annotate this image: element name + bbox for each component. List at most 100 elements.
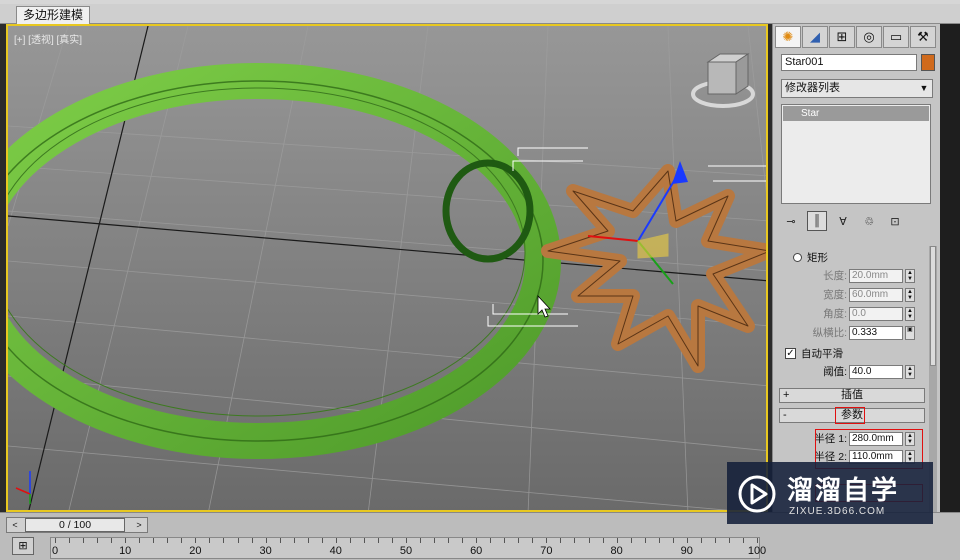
modifier-list-label: 修改器列表 [785,82,840,94]
ruler-label-70: 70 [540,545,553,557]
watermark-subtitle: ZIXUE.3D66.COM [789,506,886,517]
ruler-tick [742,538,744,543]
command-panel: ✺ ◢ ⊞ ◎ ▭ ⚒ Star001 修改器列表 ▼ Star ⊸ ║ ∀ ♲… [772,24,940,512]
ruler-tick [97,538,99,543]
time-slider[interactable]: < 0 / 100 > [6,517,148,533]
ruler-tick [700,538,702,543]
pin-stack-icon[interactable]: ⊸ [781,211,801,231]
ruler-label-40: 40 [329,545,342,557]
modifier-stack: Star [781,104,931,204]
viewport-scene [8,26,766,510]
ruler-tick [616,538,618,543]
ruler-tick [335,538,337,543]
ruler-tick [518,538,520,543]
ruler-label-90: 90 [680,545,693,557]
ruler-tick [153,538,155,543]
hierarchy-icon[interactable]: ⊞ [829,26,855,48]
ruler-tick [167,538,169,543]
rollout-interpolation-label: 插值 [841,389,863,401]
object-color-swatch[interactable] [921,54,935,71]
expand-icon: + [783,389,790,401]
ruler-tick [139,538,141,543]
object-name-field[interactable]: Star001 [781,54,917,71]
ribbon-tabbar: 多边形建模 [0,4,960,24]
tab-polygon-modeling[interactable]: 多边形建模 [16,6,91,24]
angle-spinner[interactable]: ▲ ▼ [905,307,915,321]
angle-input[interactable]: 0.0 [849,307,903,321]
aspect-input[interactable]: 0.333 [849,326,903,340]
ruler-tick [658,538,660,543]
threshold-spinner[interactable]: ▲ ▼ [905,365,915,379]
hammer-icon[interactable]: ⚒ [910,26,936,48]
ruler-tick [757,538,758,543]
threshold-label: 阈值: [823,366,847,378]
width-spinner[interactable]: ▲ ▼ [905,288,915,302]
ruler-tick [209,538,211,543]
show-end-result-icon[interactable]: ║ [807,211,827,231]
right-edge-bar [940,24,960,560]
time-slider-thumb[interactable]: 0 / 100 [25,518,125,532]
ruler-tick [279,538,281,543]
ruler-tick [111,538,113,543]
ruler-tick [630,538,632,543]
highlight-box-parameters [835,407,865,424]
frame-ruler[interactable]: 0 10 20 30 40 50 60 70 80 90 100 [50,537,766,559]
ruler-tick [714,538,716,543]
stack-toolbar: ⊸ ║ ∀ ♲ ⊡ [781,210,933,232]
ruler-tick [644,538,646,543]
stack-item-star[interactable]: Star [783,106,929,121]
ruler-tick [574,538,576,543]
ruler-tick [391,538,393,543]
modify-icon[interactable]: ◢ [802,26,828,48]
viewport-label[interactable]: [+] [透视] [真实] [14,31,82,46]
ruler-tick [223,538,225,543]
ruler-tick [686,538,688,543]
modifier-list-dropdown[interactable]: 修改器列表 ▼ [781,79,933,98]
threshold-input[interactable]: 40.0 [849,365,903,379]
ruler-tick [377,538,379,543]
ruler-tick [349,538,351,543]
ruler-tick [237,538,239,543]
ruler-tick [420,538,422,543]
remove-modifier-icon[interactable]: ♲ [859,211,879,231]
width-input[interactable]: 60.0mm [849,288,903,302]
display-icon[interactable]: ▭ [883,26,909,48]
sun-icon[interactable]: ✺ [775,26,801,48]
ruler-tick [434,538,436,543]
command-panel-tabs: ✺ ◢ ⊞ ◎ ▭ ⚒ [775,26,937,48]
rollout-interpolation[interactable]: + 插值 [779,388,925,403]
ruler-tick [672,538,674,543]
watermark-banner: 溜溜自学 ZIXUE.3D66.COM [727,462,933,524]
perspective-viewport[interactable]: [+] [透视] [真实] [6,24,768,512]
ruler-label-50: 50 [399,545,413,557]
motion-icon[interactable]: ◎ [856,26,882,48]
ruler-tick [602,538,604,543]
rect-radio[interactable] [793,253,802,262]
auto-smooth-checkbox[interactable]: ✓ [785,348,796,359]
ruler-tick [321,538,323,543]
rect-option-label: 矩形 [807,252,828,264]
scrollbar-thumb[interactable] [930,246,936,366]
play-logo-icon [738,475,776,513]
ruler-tick [560,538,562,543]
aspect-lock-icon[interactable]: ▣ [905,326,915,340]
ruler-label-0: 0 [51,545,59,557]
ruler-tick [307,538,309,543]
configure-sets-icon[interactable]: ⊡ [885,211,905,231]
length-input[interactable]: 20.0mm [849,269,903,283]
chevron-down-icon: ▼ [919,83,929,93]
make-unique-icon[interactable]: ∀ [833,211,853,231]
track-bar-icon[interactable]: ⊞ [12,537,34,555]
ruler-label-30: 30 [259,545,272,557]
angle-label: 角度: [823,308,847,320]
ruler-tick [265,538,267,543]
aspect-label: 纵横比: [812,327,847,339]
ruler-tick [490,538,492,543]
length-spinner[interactable]: ▲ ▼ [905,269,915,283]
ruler-tick [728,538,730,543]
auto-smooth-label: 自动平滑 [801,348,843,360]
width-label: 宽度: [823,289,847,301]
chevron-left-icon[interactable]: < [9,518,21,532]
chevron-right-icon[interactable]: > [133,518,145,532]
ruler-tick [83,538,85,543]
